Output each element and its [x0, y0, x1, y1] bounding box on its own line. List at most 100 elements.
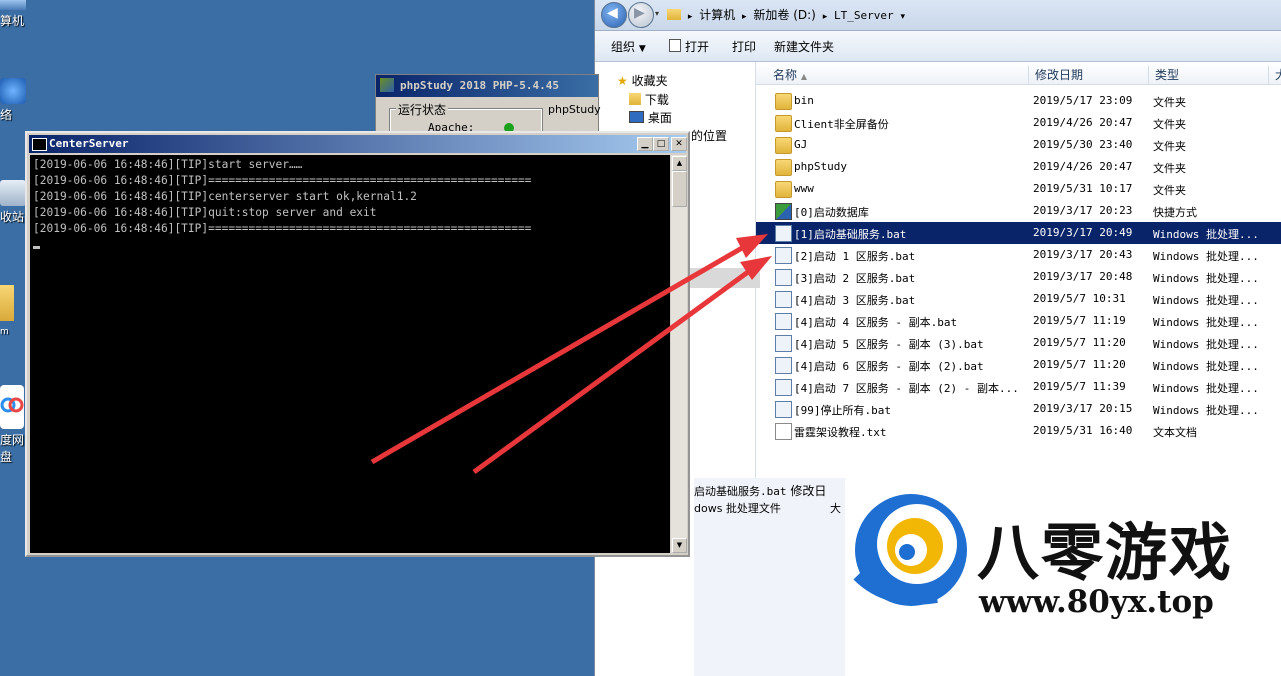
- file-row[interactable]: bin 2019/5/17 23:09 文件夹: [756, 90, 1281, 112]
- file-row[interactable]: [4]启动 5 区服务 - 副本 (3).bat 2019/5/7 11:20 Wi…: [756, 332, 1281, 354]
- console-cursor: [33, 246, 40, 249]
- minimize-button[interactable]: ▁: [637, 137, 653, 151]
- breadcrumb-drive[interactable]: 新加卷 (D:): [753, 8, 815, 22]
- file-date: 2019/4/26 20:47: [1033, 116, 1133, 129]
- file-row[interactable]: www 2019/5/31 10:17 文件夹: [756, 178, 1281, 200]
- maximize-button[interactable]: □: [653, 137, 669, 151]
- desktop-computer[interactable]: 算机: [0, 0, 28, 29]
- file-row[interactable]: [4]启动 4 区服务 - 副本.bat 2019/5/7 11:19 Window…: [756, 310, 1281, 332]
- file-row[interactable]: 雷霆架设教程.txt 2019/5/31 16:40 文本文档: [756, 420, 1281, 442]
- column-name-label: 名称: [773, 68, 798, 82]
- scroll-up-icon[interactable]: ▲: [672, 156, 687, 171]
- scroll-down-icon[interactable]: ▼: [672, 538, 687, 553]
- shortcut-icon: [775, 203, 792, 220]
- console-scrollbar[interactable]: ▲ ▼: [671, 155, 687, 553]
- file-type: Windows 批处理...: [1153, 294, 1259, 307]
- file-date: 2019/5/31 10:17: [1033, 182, 1133, 195]
- file-date: 2019/5/30 23:40: [1033, 138, 1133, 151]
- file-row[interactable]: [4]启动 7 区服务 - 副本 (2) - 副本... 2019/5/7 11:…: [756, 376, 1281, 398]
- chevron-right-icon[interactable]: ▸: [742, 12, 747, 22]
- file-name: [1]启动基础服务.bat: [794, 228, 907, 241]
- forward-button[interactable]: ▶: [628, 2, 654, 28]
- nav-downloads-label: 下载: [644, 93, 669, 107]
- column-date[interactable]: 修改日期: [1028, 66, 1083, 84]
- column-header: 名称 ▲ 修改日期 类型 大: [756, 62, 1281, 85]
- batch-file-icon: [775, 401, 792, 418]
- recycle-bin-icon: [0, 180, 26, 206]
- file-type: 文件夹: [1153, 118, 1186, 131]
- file-type: Windows 批处理...: [1153, 382, 1259, 395]
- folder-icon: [775, 181, 792, 198]
- details-name: 启动基础服务.bat: [694, 485, 787, 498]
- console-line: [2019-06-06 16:48:46][TIP]centerserver s…: [33, 190, 417, 203]
- watermark-url: www.80yx.top: [979, 584, 1214, 620]
- arrow-right-icon: ▶: [634, 5, 645, 21]
- column-size[interactable]: 大: [1268, 66, 1281, 84]
- file-name: [4]启动 5 区服务 - 副本 (3).bat: [794, 338, 984, 351]
- address-bar: ◀ ▶ ▾ ▸ 计算机 ▸ 新加卷 (D:) ▸ LT_Server ▾: [595, 0, 1281, 31]
- breadcrumb: ▸ 计算机 ▸ 新加卷 (D:) ▸ LT_Server ▾: [667, 6, 908, 23]
- desktop-baidu-netdisk[interactable]: 度网盘: [0, 385, 28, 465]
- close-button[interactable]: ✕: [671, 137, 687, 151]
- chevron-down-icon[interactable]: ▾: [900, 12, 905, 22]
- chevron-right-icon[interactable]: ▸: [688, 12, 693, 22]
- file-date: 2019/3/17 20:49: [1033, 226, 1133, 239]
- column-type[interactable]: 类型: [1148, 66, 1179, 84]
- console-window[interactable]: CenterServer ▁ □ ✕ [2019-06-06 16:48:46]…: [25, 131, 690, 557]
- nav-recent[interactable]: 的位置: [691, 127, 727, 144]
- file-row[interactable]: phpStudy 2019/4/26 20:47 文件夹: [756, 156, 1281, 178]
- console-title-bar[interactable]: CenterServer ▁ □ ✕: [29, 135, 687, 153]
- file-row[interactable]: [4]启动 3 区服务.bat 2019/5/7 10:31 Windows 批处理…: [756, 288, 1281, 310]
- folder-icon: [775, 115, 792, 132]
- file-row[interactable]: [2]启动 1 区服务.bat 2019/3/17 20:43 Windows 批处…: [756, 244, 1281, 266]
- nav-desktop[interactable]: 桌面: [629, 109, 672, 126]
- folder-icon: [775, 93, 792, 110]
- desktop-recycle-bin[interactable]: 收站: [0, 180, 28, 225]
- desktop-network[interactable]: 络: [0, 78, 28, 123]
- file-row[interactable]: [3]启动 2 区服务.bat 2019/3/17 20:48 Windows 批处…: [756, 266, 1281, 288]
- file-row[interactable]: [4]启动 6 区服务 - 副本 (2).bat 2019/5/7 11:20 Wi…: [756, 354, 1281, 376]
- console-app-icon: [32, 138, 47, 151]
- nav-downloads[interactable]: 下载: [629, 91, 669, 108]
- file-row[interactable]: GJ 2019/5/30 23:40 文件夹: [756, 134, 1281, 156]
- desktop-folder[interactable]: m: [0, 285, 28, 337]
- back-button[interactable]: ◀: [601, 2, 627, 28]
- file-name: [4]启动 7 区服务 - 副本 (2) - 副本...: [794, 382, 1019, 395]
- console-line: [2019-06-06 16:48:46][TIP]start server……: [33, 158, 303, 171]
- file-date: 2019/5/7 10:31: [1033, 292, 1126, 305]
- file-row[interactable]: [0]启动数据库 2019/3/17 20:23 快捷方式: [756, 200, 1281, 222]
- history-dropdown-icon[interactable]: ▾: [655, 9, 659, 18]
- column-name[interactable]: 名称 ▲: [756, 66, 807, 84]
- file-row[interactable]: Client非全屏备份 2019/4/26 20:47 文件夹: [756, 112, 1281, 134]
- print-button[interactable]: 打印: [732, 38, 756, 55]
- organize-label: 组织: [611, 40, 636, 54]
- file-name: [4]启动 3 区服务.bat: [794, 294, 916, 307]
- console-output[interactable]: [2019-06-06 16:48:46][TIP]start server………: [30, 155, 670, 553]
- desktop-icon-label: 度网盘: [0, 433, 25, 464]
- phpstudy-side-label: phpStudy: [548, 103, 601, 116]
- nav-desktop-label: 桌面: [647, 111, 672, 125]
- new-folder-button[interactable]: 新建文件夹: [774, 38, 834, 55]
- breadcrumb-folder[interactable]: LT_Server: [834, 9, 894, 22]
- batch-file-icon: [775, 357, 792, 374]
- file-type: 文件夹: [1153, 184, 1186, 197]
- file-name: phpStudy: [794, 160, 847, 173]
- file-date: 2019/5/31 16:40: [1033, 424, 1133, 437]
- file-name: [4]启动 4 区服务 - 副本.bat: [794, 316, 958, 329]
- file-row[interactable]: [1]启动基础服务.bat 2019/3/17 20:49 Windows 批处理.…: [756, 222, 1281, 244]
- file-row[interactable]: [99]停止所有.bat 2019/3/17 20:15 Windows 批处理..…: [756, 398, 1281, 420]
- batch-file-icon: [775, 225, 792, 242]
- organize-button[interactable]: 组织 ▼: [611, 38, 646, 55]
- file-date: 2019/5/7 11:19: [1033, 314, 1126, 327]
- file-date: 2019/3/17 20:15: [1033, 402, 1133, 415]
- chevron-down-icon: ▼: [638, 44, 646, 54]
- nav-favorites[interactable]: ★ 收藏夹: [617, 72, 668, 89]
- chevron-right-icon[interactable]: ▸: [823, 12, 828, 22]
- breadcrumb-computer[interactable]: 计算机: [699, 8, 735, 22]
- file-date: 2019/5/7 11:20: [1033, 358, 1126, 371]
- folder-icon: [0, 285, 14, 321]
- file-type: Windows 批处理...: [1153, 404, 1259, 417]
- open-button[interactable]: 打开: [669, 38, 709, 55]
- file-name: GJ: [794, 138, 808, 151]
- scroll-thumb[interactable]: [672, 171, 687, 207]
